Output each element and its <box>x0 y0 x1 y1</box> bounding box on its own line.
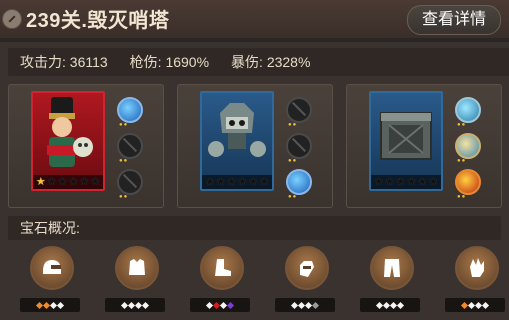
gem-slot-boots[interactable] <box>188 246 252 316</box>
star-rating: ★ ★ ★ ★ ★ ★ <box>202 175 272 189</box>
fire-skill-icon[interactable] <box>455 169 481 195</box>
hero-card-3[interactable]: ★ ★ ★ ★ ★ ★ ●● ●● ●● <box>346 84 502 208</box>
gem-dots <box>105 298 165 312</box>
ice-skill-icon[interactable] <box>117 97 143 123</box>
gem-slot-helmet[interactable] <box>18 246 82 316</box>
star-rating: ★ ★ ★ ★ ★ ★ <box>33 175 103 189</box>
hero-card-1[interactable]: ★ ★ ★ ★ ★ ★ ●● ●● ●● <box>8 84 164 208</box>
top-bar: 239关.毁灭哨塔 查看详情 <box>0 0 509 38</box>
hero-card-2[interactable]: ★ ★ ★ ★ ★ ★ ●● ●● ●● <box>177 84 333 208</box>
hero-portrait[interactable]: ★ ★ ★ ★ ★ ★ <box>200 91 274 191</box>
gem-overview-title: 宝石概况: <box>8 216 501 240</box>
attack-stat: 攻击力: 36113 <box>20 54 108 70</box>
page-title: 239关.毁灭哨塔 <box>26 10 170 32</box>
star-rating: ★ ★ ★ ★ ★ ★ <box>371 175 441 189</box>
cyan-skill-icon[interactable] <box>455 97 481 123</box>
empty-slot-icon[interactable] <box>117 169 143 195</box>
gem-slot-gloves[interactable] <box>273 246 337 316</box>
armor-icon <box>115 246 159 290</box>
title-wrap: 239关.毁灭哨塔 <box>2 4 169 33</box>
rainbow-skill-icon[interactable] <box>455 133 481 159</box>
gem-slot-armor[interactable] <box>103 246 167 316</box>
gem-dots <box>20 298 80 312</box>
boots-icon <box>200 246 244 290</box>
empty-slot-icon[interactable] <box>286 133 312 159</box>
gem-dots <box>445 298 505 312</box>
robot-wolf-hero-icon <box>208 103 266 157</box>
soldier-hero-icon <box>47 97 93 167</box>
crit-damage-stat: 暴伤: 2328% <box>231 54 311 70</box>
gauntlet-icon <box>455 246 499 290</box>
pants-icon <box>370 246 414 290</box>
empty-slot-icon[interactable] <box>117 133 143 159</box>
level-badge-icon <box>2 8 22 29</box>
details-button[interactable]: 查看详情 <box>407 5 501 35</box>
stats-bar: 攻击力: 36113 枪伤: 1690% 暴伤: 2328% <box>8 48 509 76</box>
gem-slot-gauntlet[interactable] <box>443 246 507 316</box>
ice-skill-icon[interactable] <box>286 169 312 195</box>
gem-slot-pants[interactable] <box>358 246 422 316</box>
gem-dots <box>190 298 250 312</box>
hero-portrait[interactable]: ★ ★ ★ ★ ★ ★ <box>369 91 443 191</box>
empty-slot-icon[interactable] <box>286 97 312 123</box>
gem-dots <box>275 298 335 312</box>
helmet-icon <box>30 246 74 290</box>
gem-dots <box>360 298 420 312</box>
gun-damage-stat: 枪伤: 1690% <box>129 54 210 70</box>
crate-hero-icon <box>380 112 432 160</box>
hero-portrait[interactable]: ★ ★ ★ ★ ★ ★ <box>31 91 105 191</box>
gloves-icon <box>285 246 329 290</box>
